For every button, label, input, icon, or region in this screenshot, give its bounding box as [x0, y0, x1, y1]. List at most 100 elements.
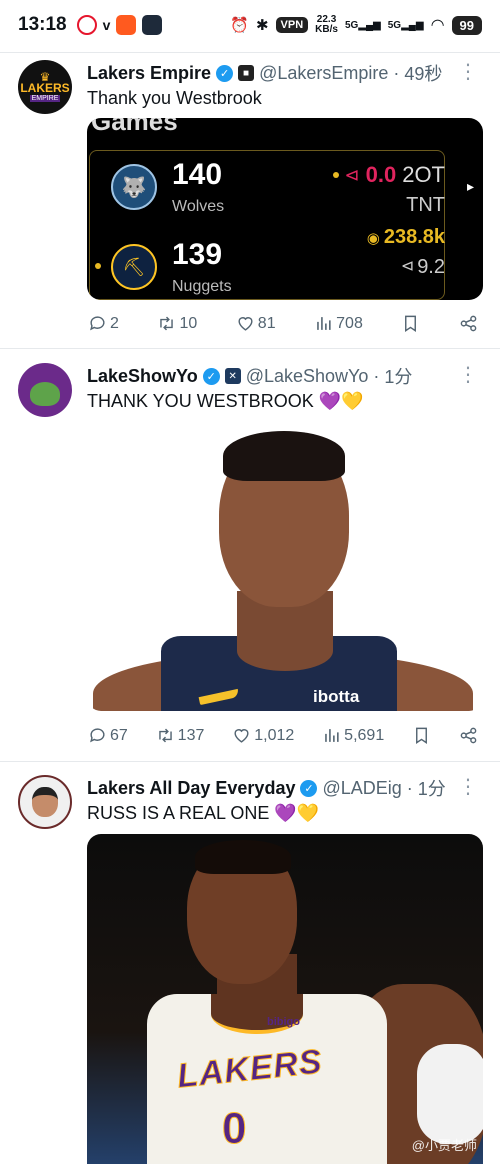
avatar[interactable] — [18, 363, 72, 417]
viewers-row: ◉ 238.8k — [366, 226, 445, 248]
more-icon[interactable]: ⋮ — [458, 62, 478, 82]
display-name[interactable]: Lakers Empire — [87, 63, 211, 84]
chevron-right-icon[interactable]: ▸ — [467, 178, 481, 194]
share-button[interactable] — [459, 726, 478, 745]
net-speed: 22.3 KB/s — [315, 14, 338, 35]
retweet-icon — [158, 728, 172, 743]
eye-icon: ◉ — [366, 229, 380, 247]
tweet-text: RUSS IS A REAL ONE 💜💛 — [87, 803, 320, 823]
affiliate-icon: ✕ — [224, 368, 241, 384]
heart-icon — [234, 729, 249, 743]
watermark: @小贾老师 — [411, 1138, 477, 1153]
reply-button[interactable]: 2 — [88, 314, 119, 333]
tweet-actions: 67 137 1,012 5,691 — [88, 726, 478, 745]
scoreboard-header: Games — [91, 118, 178, 136]
person-icon — [32, 787, 58, 817]
tweet-header: Lakers Empire ✓ ■ @LakersEmpire · 49秒 — [87, 60, 442, 86]
flag-outline-icon: ⊲ — [400, 258, 415, 275]
wolves-logo: 🐺 — [111, 164, 157, 210]
signal2-icon: 5G▂▄▆ — [387, 19, 424, 31]
tweet[interactable]: LakeShowYo ✓ ✕ @LakeShowYo · 1分 ⋮ THANK … — [0, 349, 500, 760]
display-name[interactable]: Lakers All Day Everyday — [87, 778, 295, 799]
handle[interactable]: @LADEig — [322, 778, 401, 799]
tweet-header: LakeShowYo ✓ ✕ @LakeShowYo · 1分 — [87, 363, 412, 389]
wifi-icon: ◠ — [430, 17, 445, 34]
retweet-icon — [160, 316, 174, 331]
affiliate-icon: ■ — [238, 65, 255, 81]
spread: 0.0 — [365, 162, 397, 187]
avatar[interactable]: ♛ LAKERS EMPIRE — [18, 60, 72, 114]
vpn-badge: VPN — [275, 17, 309, 33]
status-time: 13:18 — [18, 14, 67, 35]
timestamp: 1分 — [417, 779, 446, 799]
timestamp: 49秒 — [404, 64, 443, 84]
share-icon — [460, 315, 477, 332]
period: 2OT — [402, 162, 445, 187]
timestamp: 1分 — [384, 367, 413, 387]
player-photo[interactable]: ibotta — [87, 421, 483, 711]
reply-icon — [90, 728, 105, 743]
retweet-button[interactable]: 137 — [156, 726, 204, 745]
views-button[interactable]: 5,691 — [322, 726, 384, 745]
reply-button[interactable]: 67 — [88, 726, 128, 745]
avatar[interactable] — [18, 775, 72, 829]
tweet-text: THANK YOU WESTBROOK 💜💛 — [87, 391, 364, 411]
tweet[interactable]: Lakers All Day Everyday ✓ @LADEig · 1分 ⋮… — [0, 762, 500, 1164]
tweet-text: Thank you Westbrook — [87, 88, 262, 108]
alarm-icon: ⏰ — [230, 17, 249, 34]
scoreboard-image[interactable]: Games 🐺 140 Wolves ⛏ 139 Nuggets ⊲ 0.0 2… — [87, 118, 483, 300]
verified-icon: ✓ — [216, 64, 234, 82]
status-bar: 13:18 v ⏰ ✱ VPN 22.3 KB/s 5G▂▄▆ 5G▂▄▆ ◠ 9… — [0, 0, 500, 50]
jersey-collar — [237, 631, 333, 671]
handle[interactable]: @LakersEmpire — [259, 63, 388, 84]
retweet-button[interactable]: 10 — [157, 314, 197, 333]
jersey-collar — [211, 994, 303, 1034]
spread-row: ⊲ 0.0 2OT — [332, 162, 445, 188]
team2-name: Nuggets — [172, 278, 232, 295]
bookmark-button[interactable] — [401, 314, 420, 333]
like-button[interactable]: 1,012 — [232, 726, 294, 745]
team1-score: 140 — [172, 158, 223, 191]
share-icon — [460, 727, 477, 744]
weibo-icon — [76, 15, 97, 35]
battery-icon: 99 — [451, 15, 482, 35]
bookmark-button[interactable] — [412, 726, 431, 745]
jersey-sponsor: ibotta — [313, 687, 360, 706]
handle[interactable]: @LakeShowYo — [246, 366, 369, 387]
team2-score: 139 — [172, 238, 223, 271]
tweet-actions: 2 10 81 708 — [88, 314, 478, 333]
app-icon — [116, 15, 137, 35]
team1-name: Wolves — [172, 198, 225, 215]
bookmark-icon — [416, 727, 428, 744]
signal-icon: 5G▂▄▆ — [344, 19, 381, 31]
v-icon: v — [102, 17, 111, 33]
player-photo[interactable]: bibigo LAKERS 0 @小贾老师 — [87, 834, 483, 1164]
display-name[interactable]: LakeShowYo — [87, 366, 198, 387]
heart-icon — [238, 317, 253, 331]
views-icon — [317, 317, 331, 330]
network: TNT — [406, 194, 445, 216]
jersey-number: 0 — [221, 1104, 247, 1154]
verified-icon: ✓ — [202, 367, 220, 385]
reply-icon — [90, 316, 105, 331]
sponsor-text: bibigo — [267, 1016, 300, 1028]
bluetooth-icon: ✱ — [255, 17, 269, 34]
rating-row: ⊲ 9.2 — [400, 256, 445, 278]
tweet[interactable]: ♛ LAKERS EMPIRE Lakers Empire ✓ ■ @Laker… — [0, 52, 500, 348]
flag-icon: ⊲ — [344, 164, 360, 185]
share-button[interactable] — [459, 314, 478, 333]
more-icon[interactable]: ⋮ — [458, 777, 478, 797]
like-button[interactable]: 81 — [236, 314, 276, 333]
bookmark-icon — [405, 315, 417, 332]
player-hair — [223, 431, 345, 481]
nuggets-logo: ⛏ — [111, 244, 157, 290]
tweet-header: Lakers All Day Everyday ✓ @LADEig · 1分 — [87, 775, 446, 801]
more-icon[interactable]: ⋮ — [458, 365, 478, 385]
verified-icon: ✓ — [300, 779, 318, 797]
views-icon — [325, 729, 339, 742]
arm-sleeve — [417, 1044, 483, 1144]
app2-icon — [142, 15, 163, 35]
player-hair — [195, 840, 291, 874]
views-button[interactable]: 708 — [314, 314, 363, 333]
possession-dot — [95, 263, 101, 269]
